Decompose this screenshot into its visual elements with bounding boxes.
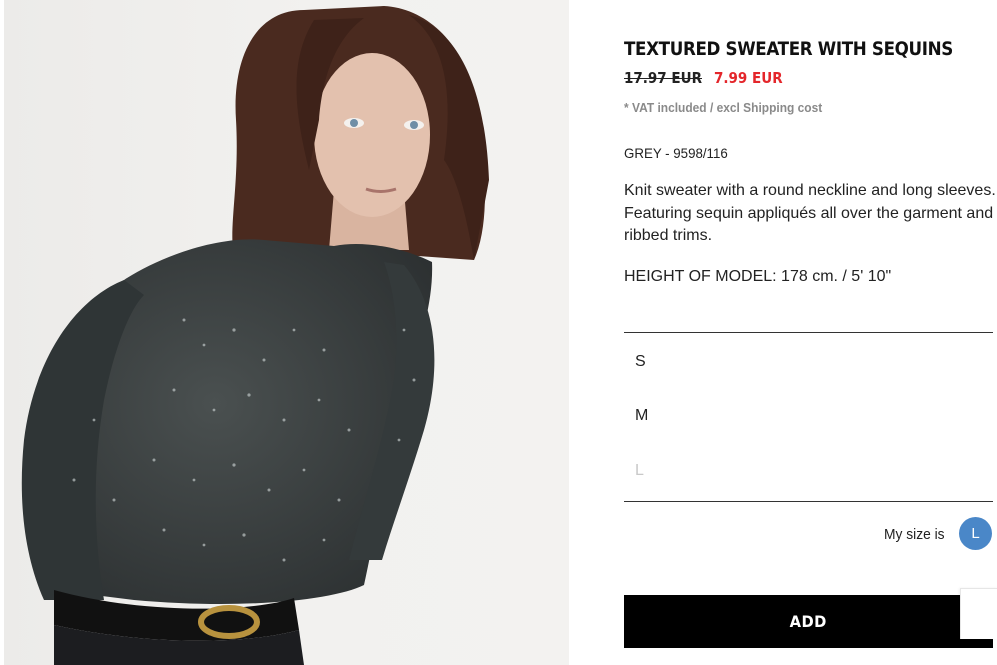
- size-option-s[interactable]: S: [624, 338, 993, 388]
- size-label: L: [635, 462, 644, 479]
- old-price: 17.97 EUR: [624, 69, 702, 87]
- vat-note: * VAT included / excl Shipping cost: [624, 100, 823, 115]
- my-size-label: My size is: [884, 526, 945, 543]
- size-selector: S M L: [624, 332, 993, 502]
- color-reference: GREY - 9598/116: [624, 145, 728, 161]
- size-option-l[interactable]: L: [624, 447, 993, 497]
- price-block: 17.97 EUR 7.99 EUR: [624, 69, 790, 87]
- side-tab[interactable]: [960, 588, 997, 639]
- my-size-badge[interactable]: L: [959, 517, 992, 550]
- model-height: HEIGHT OF MODEL: 178 cm. / 5' 10": [624, 268, 892, 285]
- add-to-cart-button[interactable]: ADD: [624, 595, 993, 648]
- size-option-m[interactable]: M: [624, 392, 993, 442]
- size-label: M: [635, 407, 649, 424]
- add-button-label: ADD: [789, 612, 828, 631]
- sale-price: 7.99 EUR: [713, 69, 783, 87]
- product-title: TEXTURED SWEATER WITH SEQUINS: [624, 38, 953, 60]
- product-image[interactable]: [4, 0, 569, 665]
- model-illustration: [21, 6, 489, 665]
- product-description: Knit sweater with a round neckline and l…: [624, 182, 996, 244]
- size-label: S: [635, 353, 646, 370]
